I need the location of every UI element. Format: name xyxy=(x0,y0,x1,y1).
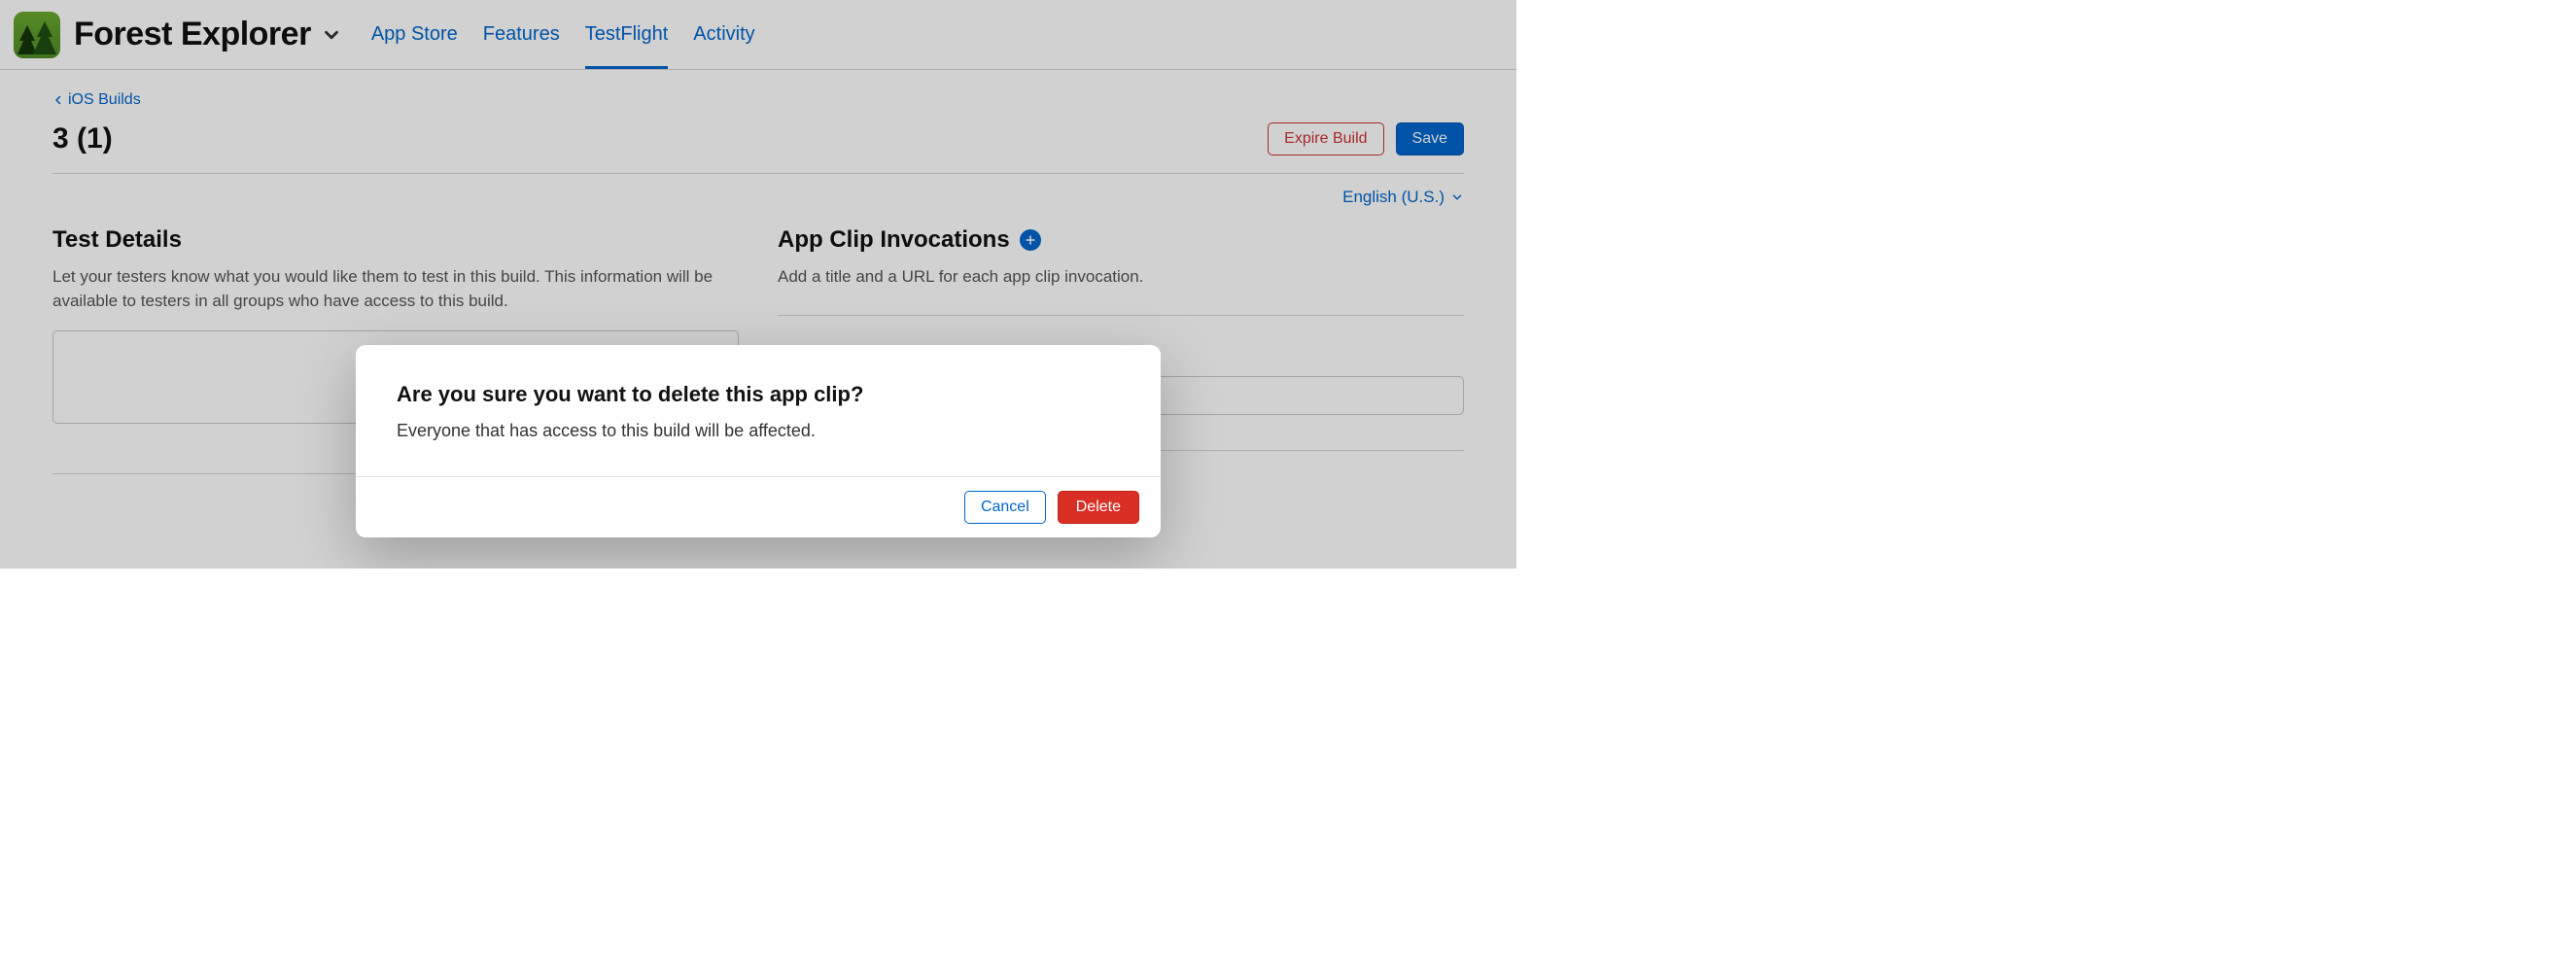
delete-button[interactable]: Delete xyxy=(1058,491,1139,524)
modal-body: Are you sure you want to delete this app… xyxy=(356,345,1161,476)
modal-overlay[interactable]: Are you sure you want to delete this app… xyxy=(0,0,1516,569)
delete-confirm-modal: Are you sure you want to delete this app… xyxy=(356,345,1161,537)
modal-title: Are you sure you want to delete this app… xyxy=(397,382,1120,407)
page-root: Forest Explorer App Store Features TestF… xyxy=(0,0,1516,569)
cancel-button[interactable]: Cancel xyxy=(964,491,1046,524)
modal-text: Everyone that has access to this build w… xyxy=(397,421,1120,441)
modal-footer: Cancel Delete xyxy=(356,476,1161,537)
